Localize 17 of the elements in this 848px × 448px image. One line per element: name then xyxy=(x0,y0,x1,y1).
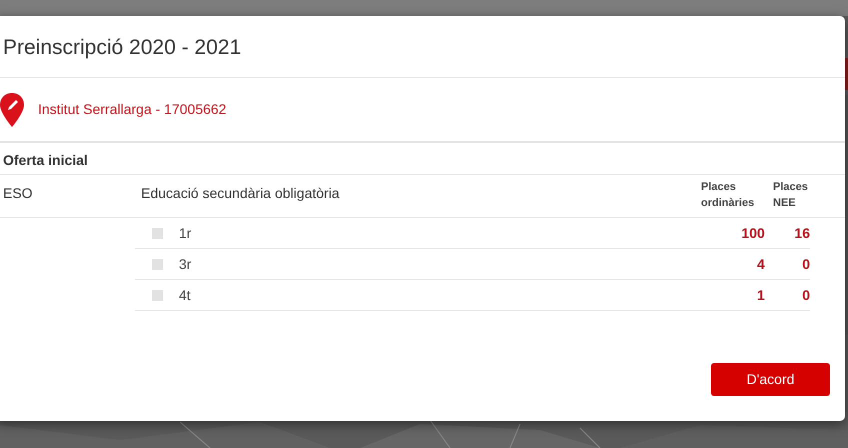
nee-places: 0 xyxy=(802,256,810,272)
ordinary-places: 1 xyxy=(756,286,765,302)
column-header: Places ordinàries xyxy=(701,180,756,211)
school-name: Institut Serrallarga - 17005662 xyxy=(38,100,226,119)
nee-places: 0 xyxy=(802,286,810,302)
level-code: ESO xyxy=(3,185,33,201)
section-heading: Oferta inicial xyxy=(3,152,88,168)
modal-title: Preinscripció 2020 - 2021 xyxy=(3,36,242,59)
ordinary-places: 100 xyxy=(741,224,765,240)
level-name: Educació secundària obligatòria xyxy=(141,185,340,201)
course-label: 4t xyxy=(178,286,190,302)
nee-places: 16 xyxy=(794,224,810,240)
ok-button[interactable]: D'acord xyxy=(711,363,830,396)
column-header: Places NEE xyxy=(773,180,809,211)
course-label: 1r xyxy=(178,224,192,240)
ordinary-places: 4 xyxy=(756,256,765,272)
course-label: 3r xyxy=(178,256,192,272)
